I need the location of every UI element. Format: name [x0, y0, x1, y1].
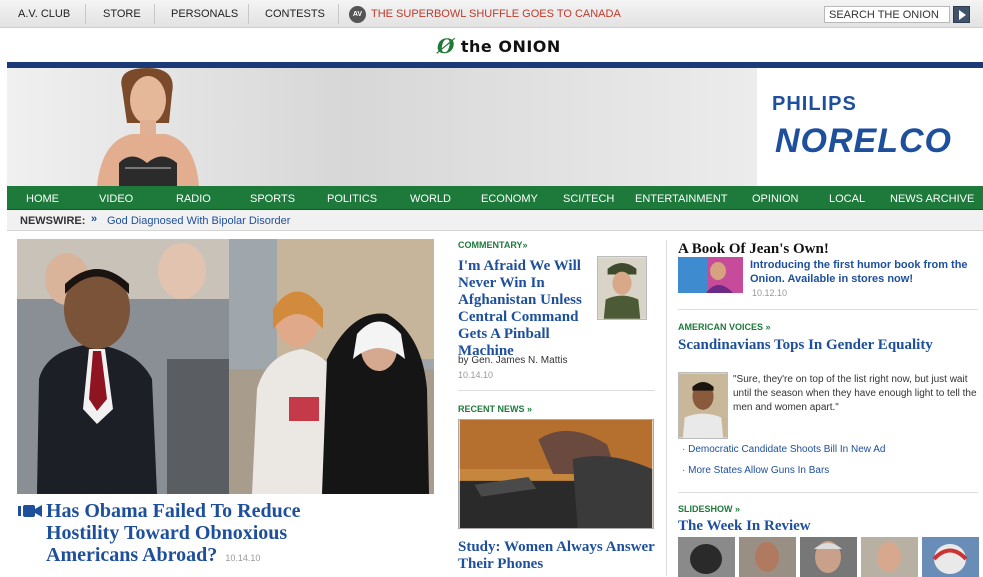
- banner-ad[interactable]: PHILIPS NORELCO: [7, 62, 983, 186]
- divider: [154, 4, 155, 24]
- recent-news-headline[interactable]: Study: Women Always Answer Their Phones: [458, 539, 655, 573]
- slideshow-thumbnail[interactable]: [861, 537, 918, 577]
- american-voices-kicker[interactable]: AMERICAN VOICES »: [678, 322, 771, 332]
- slideshow-kicker[interactable]: SLIDESHOW »: [678, 504, 740, 514]
- personals-link[interactable]: PERSONALS: [171, 8, 238, 20]
- logo-text: the ONION: [460, 36, 561, 56]
- nav-video[interactable]: VIDEO: [99, 193, 133, 205]
- nav-entertainment[interactable]: ENTERTAINMENT: [635, 193, 728, 205]
- lead-headline-text: Americans Abroad?: [46, 544, 218, 566]
- recent-news-image[interactable]: [458, 419, 654, 529]
- book-title[interactable]: A Book Of Jean's Own!: [678, 241, 829, 258]
- lead-headline-line: Has Obama Failed To Reduce: [46, 500, 301, 522]
- slideshow-thumbnail[interactable]: [678, 537, 735, 577]
- commentary-date: 10.14.10: [458, 370, 494, 380]
- philips-norelco-logo: PHILIPS NORELCO: [757, 68, 983, 186]
- ad-product: NORELCO: [775, 122, 952, 160]
- nav-news-archive[interactable]: NEWS ARCHIVE: [890, 193, 974, 205]
- store-link[interactable]: STORE: [103, 8, 141, 20]
- recent-news-kicker[interactable]: RECENT NEWS »: [458, 404, 532, 414]
- nav-economy[interactable]: ECONOMY: [481, 193, 538, 205]
- nav-opinion[interactable]: OPINION: [752, 193, 798, 205]
- slideshow-thumbnail[interactable]: [739, 537, 796, 577]
- mattis-portrait-image: [597, 256, 647, 320]
- commentary-kicker[interactable]: COMMENTARY»: [458, 240, 528, 250]
- nav-world[interactable]: WORLD: [410, 193, 451, 205]
- lead-headline-line: Americans Abroad? 10.14.10: [46, 544, 260, 566]
- newswire-label: NEWSWIRE:: [20, 215, 86, 227]
- american-voices-headline[interactable]: Scandinavians Tops In Gender Equality: [678, 337, 938, 354]
- book-promo-image[interactable]: [678, 257, 743, 293]
- ad-brand: PHILIPS: [772, 93, 857, 115]
- av-club-link[interactable]: A.V. CLUB: [18, 8, 70, 20]
- book-date: 10.12.10: [752, 288, 788, 298]
- lead-date: 10.14.10: [225, 553, 261, 563]
- commentary-byline: by Gen. James N. Mattis: [458, 355, 568, 366]
- onion-logo[interactable]: Ø the ONION: [437, 34, 561, 58]
- av-badge-icon: AV: [349, 6, 366, 23]
- lead-story-photo[interactable]: [17, 239, 434, 494]
- voice-quote: "Sure, they're on top of the list right …: [733, 374, 977, 413]
- divider: [678, 309, 978, 310]
- column-divider: [666, 240, 667, 576]
- voice-portrait-image: [678, 372, 728, 439]
- slideshow-thumbnail[interactable]: [800, 537, 857, 577]
- top-utility-bar: A.V. CLUB STORE PERSONALS CONTESTS AV TH…: [0, 0, 983, 28]
- divider: [338, 4, 339, 24]
- slideshow-thumbnail[interactable]: [922, 537, 979, 577]
- search-submit-button[interactable]: [953, 6, 970, 23]
- nav-politics[interactable]: POLITICS: [327, 193, 377, 205]
- video-camera-icon: [18, 505, 42, 517]
- book-blurb[interactable]: Introducing the first humor book from th…: [750, 258, 975, 286]
- search-input[interactable]: [824, 6, 950, 23]
- commentary-headline[interactable]: I'm Afraid We Will Never Win In Afghanis…: [458, 258, 598, 360]
- nav-scitech[interactable]: SCI/TECH: [563, 193, 614, 205]
- promo-link[interactable]: THE SUPERBOWL SHUFFLE GOES TO CANADA: [371, 8, 621, 20]
- main-nav: HOME VIDEO RADIO SPORTS POLITICS WORLD E…: [7, 186, 983, 210]
- onion-logo-icon: Ø: [437, 34, 455, 58]
- ad-model-image: [97, 68, 199, 186]
- double-chevron-icon: »: [91, 213, 98, 225]
- nav-local[interactable]: LOCAL: [829, 193, 865, 205]
- voice-related-link[interactable]: Democratic Candidate Shoots Bill In New …: [682, 444, 885, 455]
- lead-headline-line: Hostility Toward Obnoxious: [46, 522, 288, 544]
- slideshow-title[interactable]: The Week In Review: [678, 518, 811, 535]
- newswire-headline-link[interactable]: God Diagnosed With Bipolar Disorder: [107, 215, 290, 227]
- divider: [678, 492, 978, 493]
- newswire-ticker: NEWSWIRE: » God Diagnosed With Bipolar D…: [7, 210, 983, 231]
- divider: [85, 4, 86, 24]
- nav-home[interactable]: HOME: [26, 193, 59, 205]
- divider: [248, 4, 249, 24]
- divider: [458, 390, 655, 391]
- nav-sports[interactable]: SPORTS: [250, 193, 295, 205]
- voice-related-link[interactable]: More States Allow Guns In Bars: [682, 465, 829, 476]
- contests-link[interactable]: CONTESTS: [265, 8, 325, 20]
- nav-radio[interactable]: RADIO: [176, 193, 211, 205]
